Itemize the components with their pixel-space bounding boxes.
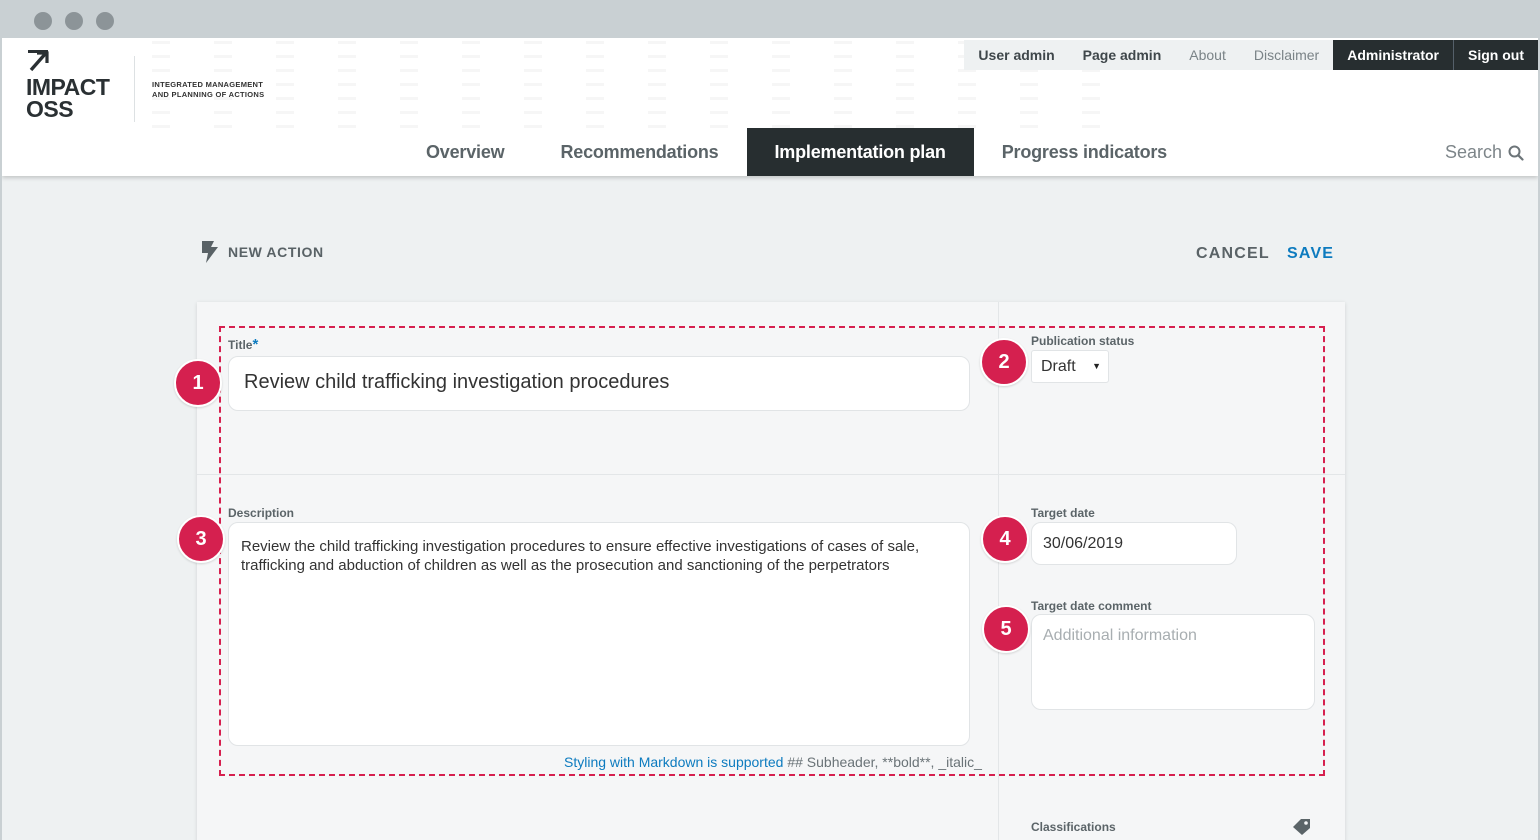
title-label-text: Title xyxy=(228,338,253,352)
window-controls xyxy=(34,12,114,30)
impact-oss-logo[interactable]: IMPACT OSS xyxy=(26,50,136,122)
window-dot[interactable] xyxy=(65,12,83,30)
target-date-input[interactable]: 30/06/2019 xyxy=(1031,522,1237,565)
publication-status-select[interactable]: Draft ▼ xyxy=(1031,350,1109,383)
nav-sign-out[interactable]: Sign out xyxy=(1454,40,1538,70)
tagline-line-1: INTEGRATED MANAGEMENT xyxy=(152,80,264,89)
search-button[interactable]: Search xyxy=(1445,142,1524,163)
target-date-comment-textarea[interactable]: Additional information xyxy=(1031,614,1315,710)
step-badge-4: 4 xyxy=(981,515,1029,563)
action-lightning-icon xyxy=(202,241,218,263)
step-badge-1: 1 xyxy=(174,359,222,407)
search-label: Search xyxy=(1444,142,1502,162)
nav-about[interactable]: About xyxy=(1175,40,1240,70)
new-action-heading: NEW ACTION xyxy=(200,240,324,264)
step-badge-2: 2 xyxy=(980,338,1028,386)
tag-icon[interactable] xyxy=(1292,818,1312,836)
site-header: IMPACT OSS INTEGRATED MANAGEMENT AND PLA… xyxy=(2,38,1538,176)
description-label: Description xyxy=(228,506,295,520)
markdown-hint: Styling with Markdown is supported ## Su… xyxy=(564,754,982,770)
logo-divider xyxy=(134,56,135,122)
target-date-label: Target date xyxy=(1031,506,1095,520)
markdown-example: ## Subheader, **bold**, _italic_ xyxy=(783,754,982,770)
logo-line-2: OSS xyxy=(26,96,74,122)
logo-arrow-icon xyxy=(28,50,49,72)
cancel-button[interactable]: CANCEL xyxy=(1196,245,1270,263)
new-action-label: NEW ACTION xyxy=(228,244,324,260)
search-icon xyxy=(1508,145,1524,161)
nav-user-admin[interactable]: User admin xyxy=(964,40,1069,70)
title-input[interactable]: Review child trafficking investigation p… xyxy=(228,356,970,411)
required-mark: * xyxy=(252,336,259,353)
publication-status-value: Draft xyxy=(1041,358,1076,375)
target-date-comment-label: Target date comment xyxy=(1031,599,1152,613)
top-nav: User admin Page admin About Disclaimer A… xyxy=(964,40,1538,70)
tab-progress-indicators[interactable]: Progress indicators xyxy=(974,128,1195,176)
nav-administrator[interactable]: Administrator xyxy=(1333,40,1453,70)
tab-overview[interactable]: Overview xyxy=(398,128,532,176)
step-badge-5: 5 xyxy=(982,605,1030,653)
page-viewport: IMPACT OSS INTEGRATED MANAGEMENT AND PLA… xyxy=(2,38,1538,840)
save-button[interactable]: SAVE xyxy=(1287,245,1334,263)
window-dot[interactable] xyxy=(34,12,52,30)
window-dot[interactable] xyxy=(96,12,114,30)
browser-window: IMPACT OSS INTEGRATED MANAGEMENT AND PLA… xyxy=(0,0,1540,840)
main-nav: Overview Recommendations Implementation … xyxy=(398,128,1195,176)
description-textarea[interactable]: Review the child trafficking investigati… xyxy=(228,522,970,746)
logo-text: IMPACT OSS xyxy=(26,74,110,122)
logo-line-1: IMPACT xyxy=(26,74,110,100)
tab-implementation-plan[interactable]: Implementation plan xyxy=(746,128,974,176)
tab-recommendations[interactable]: Recommendations xyxy=(532,128,746,176)
logo-tagline: INTEGRATED MANAGEMENT AND PLANNING OF AC… xyxy=(152,80,264,100)
classifications-label: Classifications xyxy=(1031,820,1116,834)
publication-status-label: Publication status xyxy=(1031,334,1135,348)
select-caret-icon: ▼ xyxy=(1092,361,1101,371)
nav-page-admin[interactable]: Page admin xyxy=(1068,40,1176,70)
step-badge-3: 3 xyxy=(177,515,225,563)
tagline-line-2: AND PLANNING OF ACTIONS xyxy=(152,90,265,99)
title-label: Title* xyxy=(228,336,258,353)
markdown-link[interactable]: Styling with Markdown is supported xyxy=(564,754,783,770)
nav-disclaimer[interactable]: Disclaimer xyxy=(1239,40,1334,70)
